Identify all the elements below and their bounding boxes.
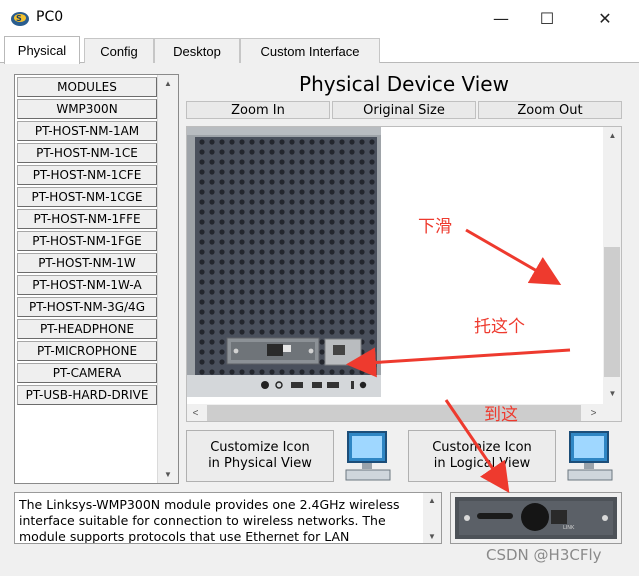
customize-physical-icon-button[interactable]: Customize Icon in Physical View	[186, 430, 334, 482]
module-item[interactable]: PT-HOST-NM-1AM	[17, 121, 157, 141]
scroll-up-arrow-icon[interactable]: ▲	[603, 127, 621, 144]
vertical-scrollbar[interactable]: ▲ ▼	[603, 127, 621, 404]
pc-chassis-image	[187, 127, 381, 397]
title-bar: S PC0 — ☐ ✕	[0, 0, 639, 36]
minimize-button[interactable]: —	[478, 0, 524, 36]
minimize-icon: —	[493, 8, 509, 28]
module-item[interactable]: PT-CAMERA	[17, 363, 157, 383]
vertical-scroll-thumb[interactable]	[604, 247, 620, 377]
pc-monitor-icon	[345, 431, 391, 481]
close-button[interactable]: ✕	[582, 0, 628, 36]
module-item[interactable]: PT-HOST-NM-1FFE	[17, 209, 157, 229]
svg-text:LINK: LINK	[563, 525, 575, 531]
module-list: MODULES WMP300N PT-HOST-NM-1AM PT-HOST-N…	[14, 74, 179, 484]
wireless-module-image: LINK	[455, 497, 617, 539]
tab-custom-interface[interactable]: Custom Interface	[240, 38, 380, 63]
packet-tracer-icon: S	[11, 12, 29, 26]
scrollbar-corner	[603, 404, 621, 421]
module-item-wmp300n[interactable]: WMP300N	[17, 99, 157, 119]
scroll-up-arrow-icon[interactable]: ▲	[423, 493, 441, 507]
customize-physical-label: Customize Icon in Physical View	[208, 440, 312, 471]
module-item[interactable]: PT-HEADPHONE	[17, 319, 157, 339]
module-description: The Linksys-WMP300N module provides one …	[14, 492, 442, 544]
window-title: PC0	[36, 9, 64, 25]
tab-config[interactable]: Config	[84, 38, 154, 63]
scroll-right-arrow-icon[interactable]: >	[585, 404, 602, 421]
module-item[interactable]: PT-HOST-NM-1CE	[17, 143, 157, 163]
annotation-to-here: 到这	[484, 405, 518, 425]
zoom-out-button[interactable]: Zoom Out	[478, 101, 622, 119]
module-item[interactable]: PT-HOST-NM-1CFE	[17, 165, 157, 185]
module-item[interactable]: PT-HOST-NM-1CGE	[17, 187, 157, 207]
maximize-icon: ☐	[539, 8, 555, 28]
tab-physical[interactable]: Physical	[4, 36, 80, 64]
scroll-down-arrow-icon[interactable]: ▼	[603, 385, 621, 402]
scroll-up-arrow-icon[interactable]: ▲	[158, 75, 178, 92]
scroll-left-arrow-icon[interactable]: <	[187, 404, 204, 421]
device-viewport[interactable]: ▲ ▼ < >	[186, 126, 622, 422]
module-item[interactable]: PT-HOST-NM-3G/4G	[17, 297, 157, 317]
module-item[interactable]: PT-MICROPHONE	[17, 341, 157, 361]
horizontal-scrollbar[interactable]: < >	[187, 404, 603, 421]
watermark: CSDN @H3CFly	[486, 546, 602, 564]
description-scrollbar[interactable]: ▲ ▼	[423, 493, 441, 543]
physical-device-view-title: Physical Device View	[299, 72, 509, 96]
module-item[interactable]: PT-HOST-NM-1W-A	[17, 275, 157, 295]
maximize-button[interactable]: ☐	[524, 0, 570, 36]
horizontal-scroll-thumb[interactable]	[207, 405, 581, 421]
module-item[interactable]: PT-HOST-NM-1FGE	[17, 231, 157, 251]
tab-desktop[interactable]: Desktop	[154, 38, 240, 63]
scroll-down-arrow-icon[interactable]: ▼	[423, 529, 441, 543]
zoom-in-button[interactable]: Zoom In	[186, 101, 330, 119]
module-item[interactable]: PT-HOST-NM-1W	[17, 253, 157, 273]
customize-logical-label: Customize Icon in Logical View	[432, 440, 532, 471]
svg-text:S: S	[16, 14, 22, 23]
annotation-drag-this: 托这个	[474, 317, 525, 337]
close-icon: ✕	[598, 8, 612, 28]
module-item-modules-header: MODULES	[17, 77, 157, 97]
customize-logical-icon-button[interactable]: Customize Icon in Logical View	[408, 430, 556, 482]
pc-monitor-icon	[567, 431, 613, 481]
scroll-down-arrow-icon[interactable]: ▼	[158, 466, 178, 483]
module-item[interactable]: PT-USB-HARD-DRIVE	[17, 385, 157, 405]
tab-bar: Physical Config Desktop Custom Interface	[0, 36, 639, 64]
module-description-text: The Linksys-WMP300N module provides one …	[19, 497, 400, 544]
original-size-button[interactable]: Original Size	[332, 101, 476, 119]
module-preview[interactable]: LINK	[450, 492, 622, 544]
module-list-scrollbar[interactable]: ▲ ▼	[157, 75, 178, 483]
annotation-scroll-down: 下滑	[418, 217, 452, 237]
